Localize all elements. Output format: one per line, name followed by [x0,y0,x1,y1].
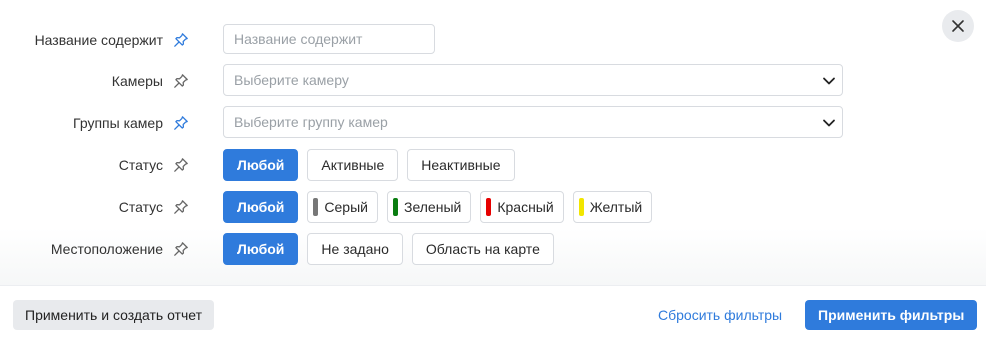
option-any[interactable]: Любой [223,191,299,223]
option-label: Зеленый [403,199,462,215]
green-swatch [392,198,398,216]
apply-and-create-report-button[interactable]: Применить и создать отчет [13,300,214,330]
status-color-options: Любой Серый Зеленый Красный Желтый [223,191,653,223]
filter-panel: Название содержит Камеры Выберите камеру… [0,0,986,285]
filter-label: Группы камер [73,115,163,131]
camera-group-select[interactable]: Выберите группу камер [223,106,843,138]
reset-filters-link[interactable]: Сбросить фильтры [658,300,782,330]
footer-divider [0,285,986,286]
pin-icon[interactable] [172,156,190,174]
location-options: Любой Не задано Область на карте [223,233,554,265]
filter-label: Статус [118,157,163,173]
option-label: Серый [324,199,368,215]
pin-icon[interactable] [172,240,190,258]
filter-label: Местоположение [50,241,163,257]
option-active[interactable]: Активные [307,149,399,181]
chevron-down-icon [823,119,835,127]
option-gray[interactable]: Серый [307,191,378,223]
camera-select[interactable]: Выберите камеру [223,64,843,96]
filter-row-status-activity: Статус Любой Активные Неактивные [0,149,986,181]
option-label: Красный [497,199,554,215]
option-red[interactable]: Красный [480,191,564,223]
pin-icon[interactable] [172,31,190,49]
pin-icon[interactable] [172,198,190,216]
filter-label: Камеры [111,73,163,89]
option-not-set[interactable]: Не задано [307,233,403,265]
apply-filters-button[interactable]: Применить фильтры [805,300,978,330]
option-map-area[interactable]: Область на карте [411,233,554,265]
status-activity-options: Любой Активные Неактивные [223,149,515,181]
yellow-swatch [578,198,584,216]
option-inactive[interactable]: Неактивные [407,149,515,181]
filter-row-status-color: Статус Любой Серый Зеленый Красный Желты… [0,191,986,223]
filter-row-location: Местоположение Любой Не задано Область н… [0,233,986,265]
option-any[interactable]: Любой [223,233,299,265]
camera-group-select-placeholder: Выберите группу камер [234,114,388,130]
filter-label: Название содержит [34,32,163,48]
content-name-input[interactable] [223,24,435,54]
pin-icon[interactable] [172,114,190,132]
option-label: Желтый [589,199,643,215]
pin-icon[interactable] [172,72,190,90]
camera-select-placeholder: Выберите камеру [234,72,349,88]
filter-row-cameras: Камеры Выберите камеру [0,64,986,97]
chevron-down-icon [823,77,835,85]
filter-row-camera-groups: Группы камер Выберите группу камер [0,106,986,139]
option-yellow[interactable]: Желтый [572,191,653,223]
filter-label: Статус [118,199,163,215]
gray-swatch [313,198,319,216]
option-any[interactable]: Любой [223,149,299,181]
option-green[interactable]: Зеленый [386,191,472,223]
filter-row-content-name: Название содержит [0,24,986,56]
red-swatch [486,198,492,216]
